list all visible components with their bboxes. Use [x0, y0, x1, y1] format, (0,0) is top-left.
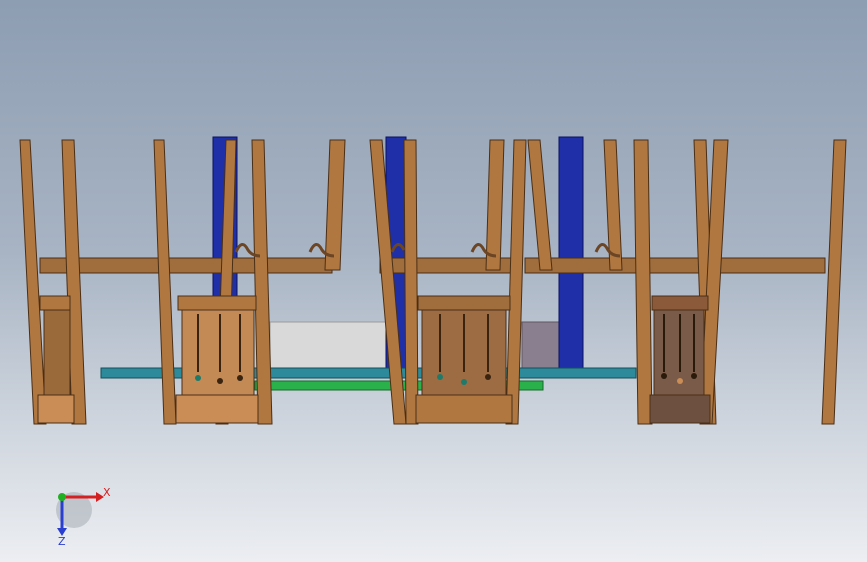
- chair-4-leg-c[interactable]: [633, 139, 653, 425]
- rail-right[interactable]: [524, 257, 826, 274]
- chair-2-seat-rail[interactable]: [177, 295, 257, 311]
- right-end-leg[interactable]: [821, 139, 847, 425]
- chair-2-leg-d[interactable]: [324, 139, 346, 271]
- chair-3-leg-b[interactable]: [403, 139, 419, 425]
- chair-2-seat[interactable]: [175, 394, 259, 424]
- chair-1-back-panel[interactable]: [43, 309, 71, 397]
- rail-left[interactable]: [39, 257, 333, 274]
- x-axis-label: X: [103, 486, 111, 499]
- chair-1-seat[interactable]: [37, 394, 75, 424]
- chair-3-seat-rail[interactable]: [417, 295, 511, 311]
- chair-3-leg-c[interactable]: [485, 139, 505, 271]
- cyan-bar[interactable]: [100, 367, 637, 379]
- chair-3-seat[interactable]: [415, 394, 513, 424]
- blue-post-3[interactable]: [558, 136, 584, 370]
- chair-2-leg-a[interactable]: [153, 139, 177, 425]
- z-axis-label: Z: [58, 535, 66, 548]
- grey-panel[interactable]: [269, 321, 389, 371]
- y-axis-dot-icon: [58, 493, 66, 501]
- chair-1-seat-rail[interactable]: [39, 295, 71, 311]
- chair-1-leg-back-left[interactable]: [19, 139, 47, 425]
- view-orientation-triad[interactable]: X Z: [56, 486, 111, 548]
- chair-4-leg-a[interactable]: [527, 139, 553, 271]
- assembly-model[interactable]: [19, 136, 847, 425]
- chair-4-seat[interactable]: [649, 394, 711, 424]
- chair-1[interactable]: [19, 139, 87, 425]
- chair-4-seat-rail[interactable]: [651, 295, 709, 311]
- graphics-viewport[interactable]: X Z: [0, 0, 867, 562]
- chair-4[interactable]: [527, 139, 729, 425]
